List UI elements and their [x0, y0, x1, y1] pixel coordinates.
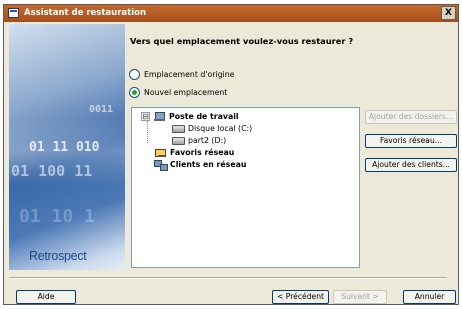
close-button[interactable]: X	[441, 6, 456, 20]
tree-item-disk-c[interactable]: Disque local (C:)	[172, 123, 252, 134]
banner-digits: 01 11 010	[29, 140, 100, 155]
next-button[interactable]: Suivant >	[333, 290, 387, 304]
location-tree[interactable]: ⊟ Poste de travail Disque local (C:) par…	[131, 107, 360, 268]
tree-item-label: Clients en réseau	[170, 160, 247, 169]
tree-item-label: part2 (D:)	[188, 136, 227, 145]
drive-icon	[172, 136, 185, 145]
drive-icon	[172, 124, 185, 133]
network-favorites-button[interactable]: Favoris réseau...	[365, 134, 457, 148]
radio-button[interactable]	[129, 68, 140, 80]
tree-item-network-clients[interactable]: Clients en réseau	[154, 159, 247, 171]
previous-button[interactable]: < Précédent	[272, 290, 329, 304]
network-clients-icon	[154, 159, 168, 171]
retrospect-logo: Retrospect	[29, 249, 87, 263]
footer-separator	[9, 277, 447, 279]
restore-question: Vers quel emplacement voulez-vous restau…	[130, 36, 354, 46]
tree-item-workstation[interactable]: ⊟ Poste de travail	[141, 111, 239, 122]
window-title: Assistant de restauration	[24, 8, 147, 18]
app-window-icon	[8, 8, 19, 18]
radio-button-selected[interactable]	[129, 86, 140, 98]
tree-item-disk-d[interactable]: part2 (D:)	[172, 135, 226, 146]
wizard-banner-image: 0011 01 11 010 01 100 11 01 10 1 Retrosp…	[9, 24, 125, 270]
radio-original-location[interactable]: Emplacement d'origine	[129, 68, 234, 80]
banner-digits: 01 100 11	[11, 162, 93, 180]
cancel-button[interactable]: Annuler	[403, 290, 456, 304]
radio-label: Nouvel emplacement	[144, 87, 228, 97]
network-favorites-icon	[155, 148, 167, 158]
tree-connector	[147, 121, 148, 143]
tree-item-label: Favoris réseau	[170, 148, 235, 157]
radio-new-location[interactable]: Nouvel emplacement	[129, 86, 227, 98]
radio-label: Emplacement d'origine	[144, 69, 235, 79]
tree-item-label: Poste de travail	[169, 112, 239, 121]
computer-icon	[154, 111, 166, 122]
add-clients-button[interactable]: Ajouter des clients...	[365, 158, 457, 172]
tree-item-network-favorites[interactable]: Favoris réseau	[155, 147, 234, 158]
help-button[interactable]: Aide	[16, 290, 76, 304]
collapse-toggle[interactable]: ⊟	[141, 112, 150, 121]
banner-digits: 01 10 1	[19, 206, 95, 227]
title-bar[interactable]: Assistant de restauration X	[4, 5, 458, 22]
banner-digits: 0011	[89, 104, 114, 115]
add-folders-button[interactable]: Ajouter des dossiers...	[365, 110, 457, 124]
tree-item-label: Disque local (C:)	[188, 124, 253, 133]
